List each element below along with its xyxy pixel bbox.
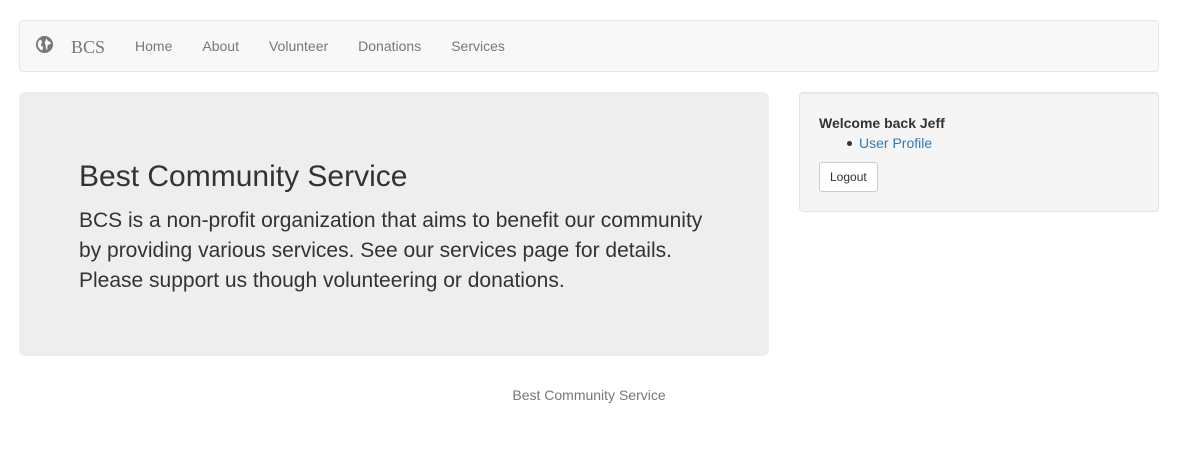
list-item: User Profile [847, 134, 1139, 152]
nav-item-volunteer: Volunteer [254, 21, 343, 71]
hero-title: Best Community Service [79, 160, 408, 193]
welcome-message: Welcome back Jeff [819, 115, 945, 131]
footer: Best Community Service [19, 387, 1159, 403]
nav-menu: Home About Volunteer Donations Services [120, 21, 520, 71]
nav-link-volunteer[interactable]: Volunteer [254, 38, 343, 54]
nav-link-home[interactable]: Home [120, 38, 187, 54]
brand-name: BCS [71, 37, 106, 57]
user-profile-link[interactable]: User Profile [859, 134, 932, 152]
nav-item-donations: Donations [343, 21, 436, 71]
user-panel: Welcome back Jeff User Profile Logout [799, 92, 1159, 212]
nav-link-donations[interactable]: Donations [343, 38, 436, 54]
navbar: BCS Home About Volunteer Donations Servi… [19, 20, 1159, 72]
nav-item-home: Home [120, 21, 187, 71]
hero-jumbotron: Best Community Service BCS is a non-prof… [19, 92, 769, 356]
globe-icon [35, 35, 54, 54]
nav-link-services[interactable]: Services [436, 38, 520, 54]
brand[interactable]: BCS [35, 21, 105, 71]
footer-text: Best Community Service [512, 387, 666, 403]
hero-description: BCS is a non-profit organization that ai… [79, 209, 703, 292]
nav-item-services: Services [436, 21, 520, 71]
user-links-list: User Profile [847, 134, 1139, 152]
bullet-icon [847, 140, 852, 146]
nav-item-about: About [187, 21, 254, 71]
logout-button[interactable]: Logout [819, 162, 878, 192]
nav-link-about[interactable]: About [187, 38, 254, 54]
